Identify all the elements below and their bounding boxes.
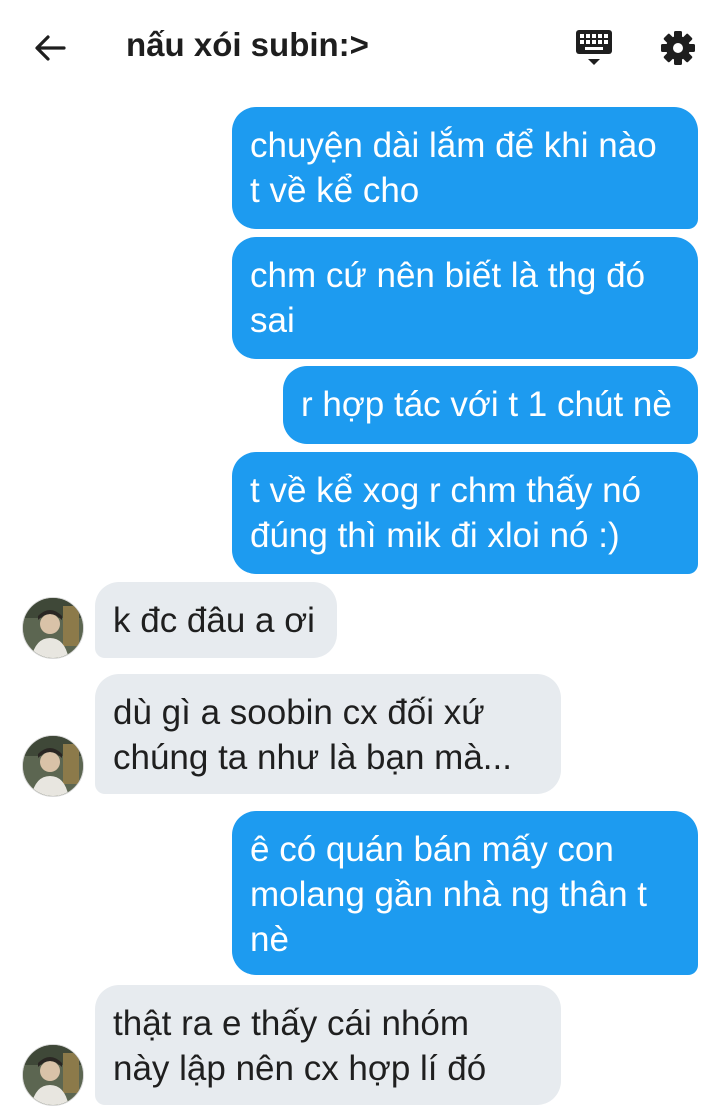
message-text: r hợp tác với t 1 chút nè [301, 385, 672, 424]
message-bubble-outgoing[interactable]: ê có quán bán mấy con molang gần nhà ng … [232, 811, 698, 975]
message-text: nè [250, 920, 289, 959]
message-text: này lập nên cx hợp lí đó [113, 1049, 487, 1088]
chat-header: nấu xói subin:> [0, 0, 720, 96]
message-bubble-outgoing[interactable]: t về kể xog r chm thấy nó đúng thì mik đ… [232, 452, 698, 574]
message-text: đúng thì mik đi xloi nó :) [250, 516, 620, 555]
message-text: thật ra e thấy cái nhóm [113, 1004, 470, 1043]
avatar-photo [23, 736, 83, 796]
message-text: k đc đâu a ơi [113, 601, 315, 640]
avatar-photo [23, 598, 83, 658]
keyboard-icon [576, 30, 612, 65]
message-bubble-outgoing[interactable]: r hợp tác với t 1 chút nè [283, 366, 698, 444]
conversation-title: nấu xói subin:> [126, 26, 369, 63]
keyboard-button[interactable] [572, 26, 616, 70]
message-text: ê có quán bán mấy con [250, 830, 614, 869]
message-bubble-outgoing[interactable]: chuyện dài lắm để khi nào t về kể cho [232, 107, 698, 229]
avatar[interactable] [22, 735, 84, 797]
message-text: chúng ta như là bạn mà... [113, 738, 512, 777]
avatar[interactable] [22, 1044, 84, 1106]
message-bubble-incoming[interactable]: thật ra e thấy cái nhóm này lập nên cx h… [95, 985, 561, 1105]
message-bubble-incoming[interactable]: k đc đâu a ơi [95, 582, 337, 658]
message-bubble-incoming[interactable]: dù gì a soobin cx đối xứ chúng ta như là… [95, 674, 561, 794]
message-text: chuyện dài lắm để khi nào [250, 126, 657, 165]
message-text: dù gì a soobin cx đối xứ [113, 693, 485, 732]
message-bubble-outgoing[interactable]: chm cứ nên biết là thg đó sai [232, 237, 698, 359]
avatar-photo [23, 1045, 83, 1105]
gear-icon [661, 31, 695, 65]
message-text: sai [250, 301, 295, 340]
message-text: chm cứ nên biết là thg đó [250, 256, 646, 295]
message-text: molang gần nhà ng thân t [250, 875, 647, 914]
arrow-left-icon [35, 35, 66, 61]
message-text: t về kể cho [250, 171, 420, 210]
avatar[interactable] [22, 597, 84, 659]
settings-button[interactable] [656, 26, 700, 70]
message-text: t về kể xog r chm thấy nó [250, 471, 642, 510]
back-button[interactable] [30, 28, 70, 68]
